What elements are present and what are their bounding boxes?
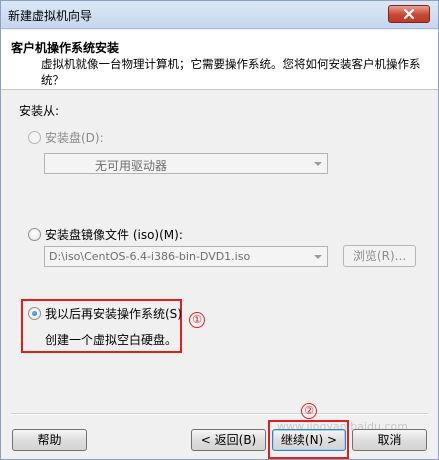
browse-button[interactable]: 浏览(R)... bbox=[343, 245, 416, 267]
install-iso-label: 安装盘镜像文件 (iso)(M): bbox=[45, 228, 183, 242]
chevron-down-icon bbox=[314, 255, 322, 259]
wizard-header: 客户机操作系统安装 虚拟机就像一台物理计算机；它需要操作系统。您将如何安装客户机… bbox=[1, 30, 438, 90]
annotation-marker-1: ① bbox=[189, 312, 205, 328]
radio-install-iso[interactable] bbox=[28, 228, 41, 241]
header-description: 虚拟机就像一台物理计算机；它需要操作系统。您将如何安装客户机操作系统？ bbox=[41, 57, 421, 87]
window-title: 新建虚拟机向导 bbox=[8, 9, 93, 23]
radio-install-disc[interactable] bbox=[28, 131, 41, 144]
close-button[interactable] bbox=[388, 5, 430, 23]
cancel-button[interactable]: 取消 bbox=[352, 429, 427, 451]
chevron-down-icon bbox=[314, 162, 322, 166]
annotation-marker-2: ② bbox=[301, 403, 317, 419]
install-later-note: 创建一个虚拟空白硬盘。 bbox=[45, 333, 178, 347]
new-vm-wizard-window: 新建虚拟机向导 客户机操作系统安装 虚拟机就像一台物理计算机；它需要操作系统。您… bbox=[0, 0, 439, 460]
next-button[interactable]: 继续(N) > bbox=[272, 429, 346, 451]
disc-drive-combo[interactable]: 无可用驱动器 bbox=[44, 153, 328, 174]
iso-path-value: D:\iso\CentOS-6.4-i386-bin-DVD1.iso bbox=[49, 250, 251, 263]
install-from-label: 安装从: bbox=[19, 104, 60, 118]
install-later-label: 我以后再安装操作系统(S) bbox=[45, 307, 182, 321]
close-icon bbox=[403, 9, 415, 19]
radio-install-later[interactable] bbox=[28, 307, 41, 320]
wizard-content: 安装从: 安装盘(D): 无可用驱动器 安装盘镜像文件 (iso)(M): D:… bbox=[1, 91, 438, 416]
title-bar[interactable]: 新建虚拟机向导 bbox=[1, 1, 438, 29]
wizard-footer: www.jingyan.baidu.com ② 帮助 < 返回(B) 继续(N)… bbox=[1, 403, 438, 459]
disc-drive-value: 无可用驱动器 bbox=[95, 159, 168, 173]
iso-path-combo[interactable]: D:\iso\CentOS-6.4-i386-bin-DVD1.iso bbox=[44, 246, 328, 267]
install-disc-label: 安装盘(D): bbox=[45, 131, 104, 145]
help-button[interactable]: 帮助 bbox=[12, 429, 87, 451]
header-title: 客户机操作系统安装 bbox=[11, 41, 120, 55]
back-button[interactable]: < 返回(B) bbox=[191, 429, 266, 451]
footer-separator bbox=[11, 413, 428, 415]
